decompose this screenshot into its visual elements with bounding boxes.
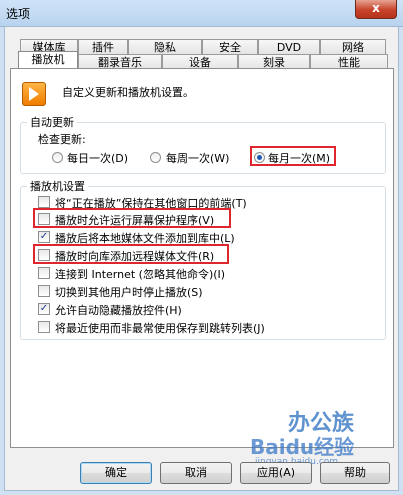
checkbox-jump-list-recent[interactable] (38, 321, 50, 333)
check-updates-label: 检查更新: (38, 133, 86, 146)
cancel-button[interactable]: 取消 (160, 462, 232, 484)
highlight-remote-files (33, 244, 229, 264)
tab-plugins[interactable]: 插件 (78, 39, 128, 55)
apply-button[interactable]: 应用(A) (240, 462, 312, 484)
window-title: 选项 (6, 7, 31, 21)
media-player-icon (22, 82, 46, 106)
checkbox-add-local-files[interactable]: ✓ (38, 231, 50, 243)
highlight-screensaver (33, 208, 231, 228)
checkbox-autohide-controls[interactable]: ✓ (38, 303, 50, 315)
watermark-line2: Baidu经验 (250, 435, 355, 459)
radio-weekly-label[interactable]: 每周一次(W) (166, 150, 229, 166)
checkbox-stop-on-user-switch-label[interactable]: 切换到其他用户时停止播放(S) (55, 284, 203, 300)
radio-weekly[interactable] (150, 152, 161, 163)
watermark: 办公族 Baidu经验 jingyan.baidu.com (250, 405, 395, 467)
highlight-monthly (250, 146, 336, 166)
tab-dvd[interactable]: DVD (258, 39, 320, 55)
tab-network[interactable]: 网络 (320, 39, 386, 55)
tab-privacy[interactable]: 隐私 (128, 39, 202, 55)
check-mark-icon: ✓ (39, 303, 49, 314)
player-settings-label: 播放机设置 (27, 178, 88, 194)
checkbox-jump-list-recent-label[interactable]: 将最近使用而非最常使用保存到跳转列表(J) (55, 320, 265, 336)
header-description: 自定义更新和播放机设置。 (62, 86, 194, 99)
auto-update-label: 自动更新 (27, 114, 77, 130)
checkbox-connect-internet[interactable] (38, 267, 50, 279)
checkbox-autohide-controls-label[interactable]: 允许自动隐藏播放控件(H) (55, 302, 182, 318)
title-bar (0, 0, 403, 27)
checkbox-stop-on-user-switch[interactable] (38, 285, 50, 297)
close-button[interactable]: x (355, 0, 397, 19)
radio-daily[interactable] (52, 152, 63, 163)
radio-daily-label[interactable]: 每日一次(D) (67, 150, 128, 166)
tab-security[interactable]: 安全 (202, 39, 258, 55)
close-icon: x (372, 1, 380, 15)
checkbox-connect-internet-label[interactable]: 连接到 Internet (忽略其他命令)(I) (55, 266, 225, 282)
help-button[interactable]: 帮助 (320, 462, 390, 484)
ok-button[interactable]: 确定 (80, 462, 152, 484)
checkbox-keep-now-playing-on-top[interactable] (38, 196, 50, 208)
check-mark-icon: ✓ (39, 231, 49, 242)
